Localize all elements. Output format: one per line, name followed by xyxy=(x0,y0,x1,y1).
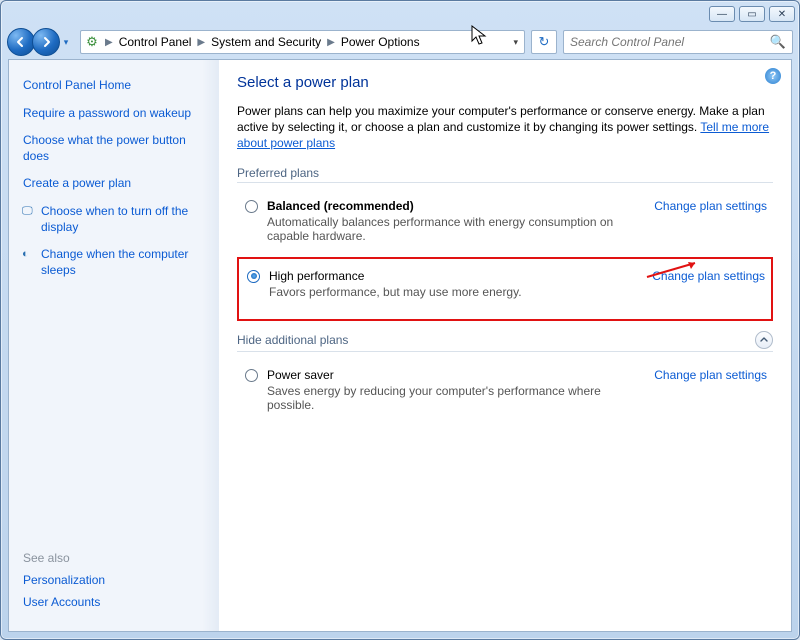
change-plan-settings-link[interactable]: Change plan settings xyxy=(654,199,767,213)
sidebar-link-label: Change when the computer sleeps xyxy=(23,247,207,278)
search-icon[interactable]: 🔍 xyxy=(770,34,786,50)
sidebar-link[interactable]: ◐ Change when the computer sleeps xyxy=(23,247,207,278)
description-text: Power plans can help you maximize your c… xyxy=(237,104,765,134)
radio-button[interactable] xyxy=(245,369,258,382)
monitor-icon: 🖵 xyxy=(22,204,36,218)
window-buttons: — ▭ ✕ xyxy=(709,6,795,22)
radio-button[interactable] xyxy=(245,200,258,213)
section-label: Preferred plans xyxy=(237,166,319,180)
plan-high-performance[interactable]: High performance Favors performance, but… xyxy=(239,263,771,309)
help-icon[interactable]: ? xyxy=(765,68,781,84)
plan-description: Saves energy by reducing your computer's… xyxy=(267,384,647,412)
minimize-button[interactable]: — xyxy=(709,6,735,22)
breadcrumb-dropdown-icon[interactable]: ▾ xyxy=(513,37,518,48)
search-box[interactable]: 🔍 xyxy=(563,30,793,54)
window-frame: — ▭ ✕ ▾ ⚙ ▶ Control Panel ▶ System and S… xyxy=(0,0,800,640)
sidebar: Control Panel Home Require a password on… xyxy=(9,60,219,631)
sidebar-link[interactable]: 🖵 Choose when to turn off the display xyxy=(23,204,207,235)
change-plan-settings-link[interactable]: Change plan settings xyxy=(652,269,765,283)
breadcrumb-chevron-icon[interactable]: ▶ xyxy=(323,37,339,48)
see-also-link[interactable]: Personalization xyxy=(23,573,105,587)
control-panel-icon: ⚙ xyxy=(83,34,101,50)
breadcrumb-chevron-icon[interactable]: ▶ xyxy=(101,37,117,48)
content-area: Control Panel Home Require a password on… xyxy=(8,59,792,632)
preferred-plans-heading: Preferred plans xyxy=(237,166,773,183)
hide-additional-plans[interactable]: Hide additional plans xyxy=(237,331,773,352)
radio-button[interactable] xyxy=(247,270,260,283)
main-panel: ? Select a power plan Power plans can he… xyxy=(219,60,791,631)
sidebar-link[interactable]: Create a power plan xyxy=(23,176,207,192)
page-title: Select a power plan xyxy=(237,74,773,91)
plan-balanced[interactable]: Balanced (recommended) Automatically bal… xyxy=(237,193,773,253)
breadcrumb[interactable]: ⚙ ▶ Control Panel ▶ System and Security … xyxy=(80,30,525,54)
annotation-highlight: High performance Favors performance, but… xyxy=(237,257,773,321)
nav-buttons: ▾ xyxy=(7,28,72,56)
collapse-icon[interactable] xyxy=(755,331,773,349)
plan-power-saver[interactable]: Power saver Saves energy by reducing you… xyxy=(237,362,773,422)
forward-button[interactable] xyxy=(32,28,60,56)
control-panel-home-link[interactable]: Control Panel Home xyxy=(23,78,207,94)
sidebar-link[interactable]: Require a password on wakeup xyxy=(23,106,207,122)
breadcrumb-item[interactable]: Control Panel xyxy=(117,35,194,49)
refresh-button[interactable]: ↻ xyxy=(531,30,557,54)
see-also-label: See also xyxy=(23,551,105,565)
change-plan-settings-link[interactable]: Change plan settings xyxy=(654,368,767,382)
nav-history-dropdown[interactable]: ▾ xyxy=(60,28,72,56)
sidebar-link[interactable]: Choose what the power button does xyxy=(23,133,207,164)
plan-description: Automatically balances performance with … xyxy=(267,215,647,243)
back-button[interactable] xyxy=(7,28,35,56)
maximize-button[interactable]: ▭ xyxy=(739,6,765,22)
titlebar[interactable]: — ▭ ✕ xyxy=(1,1,799,27)
breadcrumb-item[interactable]: Power Options xyxy=(339,35,422,49)
search-input[interactable] xyxy=(570,35,770,49)
close-button[interactable]: ✕ xyxy=(769,6,795,22)
plan-description: Favors performance, but may use more ene… xyxy=(269,285,649,299)
sidebar-link-label: Choose when to turn off the display xyxy=(23,204,207,235)
breadcrumb-chevron-icon[interactable]: ▶ xyxy=(193,37,209,48)
see-also: See also Personalization User Accounts xyxy=(23,551,105,617)
page-description: Power plans can help you maximize your c… xyxy=(237,103,773,152)
breadcrumb-item[interactable]: System and Security xyxy=(209,35,323,49)
section-label: Hide additional plans xyxy=(237,333,348,347)
moon-icon: ◐ xyxy=(22,247,36,261)
address-bar: ▾ ⚙ ▶ Control Panel ▶ System and Securit… xyxy=(1,27,799,57)
see-also-link[interactable]: User Accounts xyxy=(23,595,105,609)
